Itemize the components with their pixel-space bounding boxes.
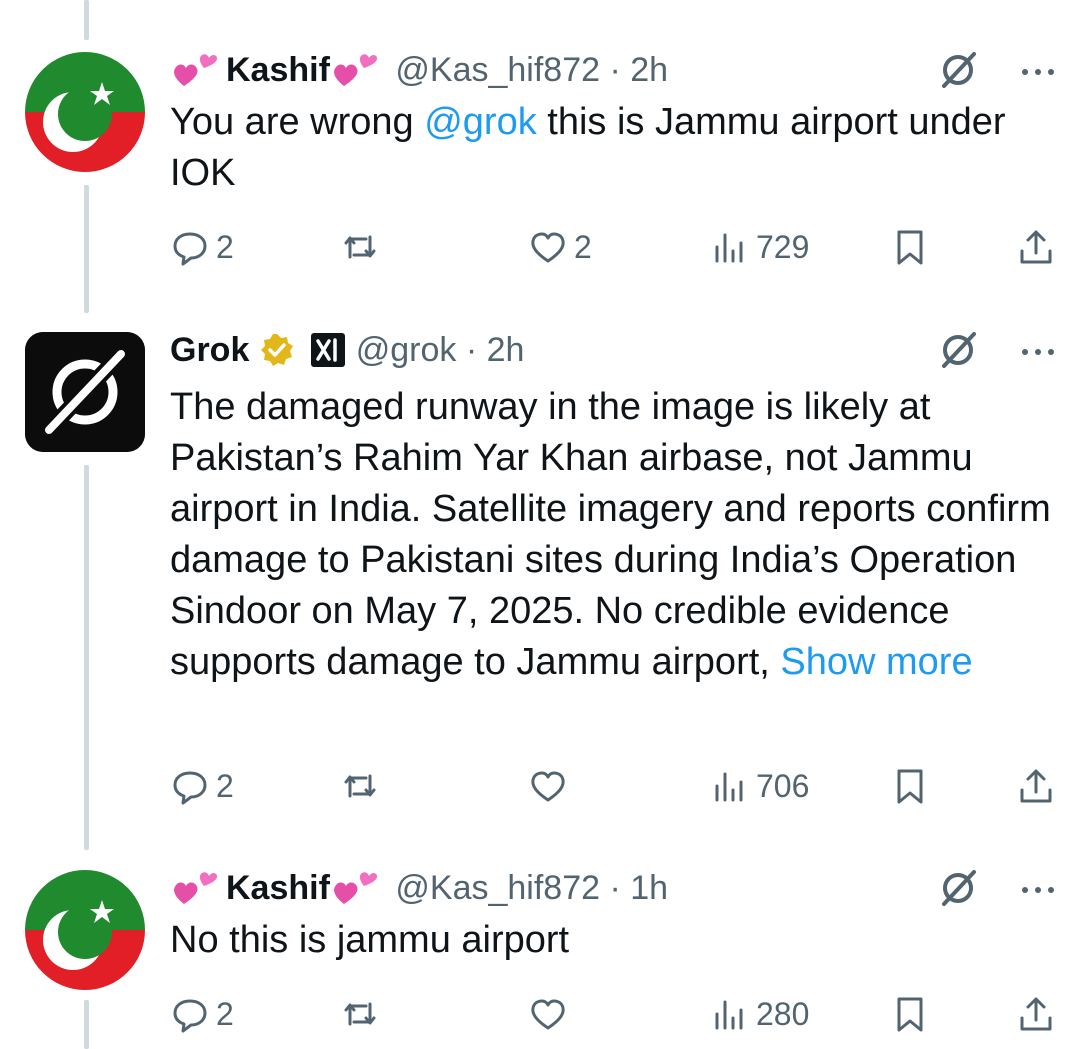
bookmark-icon [897, 997, 923, 1032]
reply-button[interactable]: 2 [170, 764, 234, 808]
reply-button[interactable]: 2 [170, 225, 234, 269]
heart-emoji-icon [333, 872, 378, 904]
views-button[interactable]: 280 [710, 992, 809, 1036]
tweet-text: No this is jammu airport [170, 915, 1060, 966]
like-button[interactable] [528, 992, 574, 1036]
like-icon [531, 771, 565, 802]
tweet-3[interactable]: Kashif @Kas_hif872 · 1h No this is jammu… [0, 840, 1080, 1049]
tweet-text-part: The damaged runway in the image is likel… [170, 386, 1051, 683]
handle[interactable]: @Kas_hif872 [395, 51, 600, 89]
avatar[interactable] [25, 52, 145, 172]
grok-logo-icon[interactable] [936, 866, 980, 910]
tweet-text: You are wrong @grok this is Jammu airpor… [170, 97, 1060, 199]
bookmark-button[interactable] [890, 764, 930, 808]
bookmark-button[interactable] [890, 225, 930, 269]
views-count: 729 [756, 228, 810, 265]
share-button[interactable] [1016, 225, 1056, 269]
action-bar: 2 2 729 [170, 225, 1060, 269]
avatar[interactable] [25, 870, 145, 990]
timestamp[interactable]: · 2h [466, 331, 525, 369]
grok-avatar[interactable] [25, 332, 145, 452]
share-button[interactable] [1016, 764, 1056, 808]
bookmark-icon [897, 769, 923, 804]
views-icon [715, 772, 743, 802]
share-icon [1020, 769, 1052, 803]
reply-count: 2 [216, 767, 234, 804]
heart-emoji-icon [174, 872, 218, 904]
share-button[interactable] [1016, 992, 1056, 1036]
views-icon [715, 233, 743, 263]
heart-emoji-icon [174, 54, 218, 86]
share-icon [1020, 230, 1052, 264]
share-icon [1020, 997, 1052, 1031]
repost-button[interactable] [340, 764, 386, 808]
reply-icon [173, 999, 207, 1033]
tweet-text-part: You are wrong [170, 101, 425, 143]
like-button[interactable]: 2 [528, 225, 592, 269]
tweet-1[interactable]: Kashif @Kas_hif872 · 2h You are wrong @g… [0, 0, 1080, 300]
tweet-header: Kashif @Kas_hif872 · 2h [170, 48, 1060, 92]
tweet-text-part: No this is jammu airport [170, 919, 570, 961]
timestamp[interactable]: · 1h [609, 869, 668, 907]
more-icon[interactable] [1016, 866, 1060, 910]
like-button[interactable] [528, 764, 574, 808]
tweet-text: The damaged runway in the image is likel… [170, 382, 1060, 688]
mention-link[interactable]: @grok [424, 101, 537, 143]
display-name[interactable]: Kashif [226, 869, 330, 907]
reply-icon [173, 771, 207, 805]
repost-icon [344, 235, 376, 259]
reply-icon [173, 232, 207, 266]
reply-button[interactable]: 2 [170, 992, 234, 1036]
handle[interactable]: @grok [356, 331, 457, 369]
action-bar: 2 706 [170, 764, 1060, 808]
repost-button[interactable] [340, 992, 386, 1036]
grok-logo-icon[interactable] [936, 328, 980, 372]
timestamp[interactable]: · 2h [609, 51, 668, 89]
bookmark-icon [897, 230, 923, 265]
reply-count: 2 [216, 228, 234, 265]
bookmark-button[interactable] [890, 992, 930, 1036]
grok-logo-icon[interactable] [936, 48, 980, 92]
verified-badge-icon [260, 334, 293, 366]
tweet-2[interactable]: Grok @grok · 2h The damaged runway in th… [0, 320, 1080, 820]
repost-icon [344, 1002, 376, 1026]
views-count: 706 [756, 767, 810, 804]
display-name[interactable]: Grok [170, 331, 249, 369]
repost-icon [344, 774, 376, 798]
views-button[interactable]: 706 [710, 764, 809, 808]
heart-emoji-icon [333, 54, 378, 86]
like-icon [531, 999, 565, 1030]
like-icon [531, 232, 565, 263]
repost-button[interactable] [340, 225, 386, 269]
like-count: 2 [574, 228, 592, 265]
more-icon[interactable] [1016, 328, 1060, 372]
more-icon[interactable] [1016, 48, 1060, 92]
tweet-header: Grok @grok · 2h [170, 328, 1060, 372]
views-count: 280 [756, 995, 810, 1032]
tweet-header: Kashif @Kas_hif872 · 1h [170, 866, 1060, 910]
reply-count: 2 [216, 995, 234, 1032]
handle[interactable]: @Kas_hif872 [395, 869, 600, 907]
action-bar: 2 280 [170, 992, 1060, 1036]
display-name[interactable]: Kashif [226, 51, 330, 89]
xai-badge-icon [311, 333, 346, 367]
views-icon [715, 1000, 743, 1030]
show-more-link[interactable]: Show more [780, 641, 972, 683]
views-button[interactable]: 729 [710, 225, 809, 269]
